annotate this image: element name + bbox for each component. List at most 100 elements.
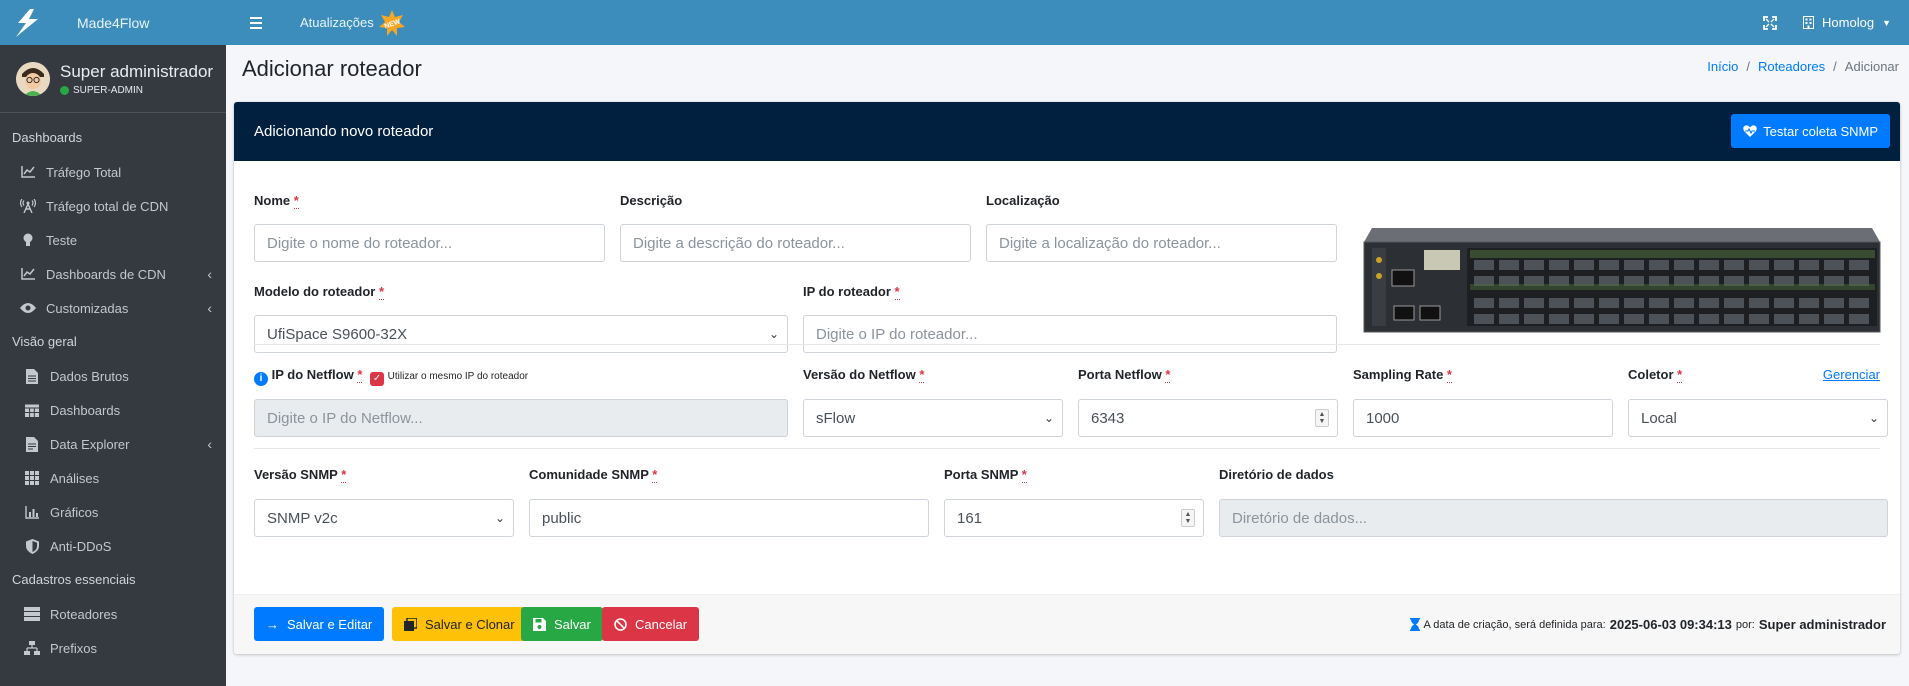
calendar-icon [24, 402, 40, 418]
menu-toggle-icon[interactable] [250, 16, 270, 29]
sidebar-item-dados-brutos[interactable]: Dados Brutos [0, 359, 226, 393]
creation-user: Super administrador [1758, 617, 1886, 632]
router-port [1524, 314, 1544, 324]
card-header: Adicionando novo roteador Testar coleta … [234, 102, 1900, 161]
cancel-button[interactable]: Cancelar [602, 607, 700, 641]
snmp-port-input[interactable]: 161 ▲ ▼ [944, 499, 1204, 537]
router-port [1674, 314, 1694, 324]
sidebar-item-dashboards-cdn[interactable]: Dashboards de CDN ‹ [0, 257, 226, 291]
nav-header-visao-geral: Visão geral [12, 334, 77, 349]
router-port [1574, 314, 1594, 324]
router-port [1849, 260, 1869, 270]
netflow-port-label: Porta Netflow * [1078, 367, 1171, 383]
router-port [1649, 298, 1669, 308]
sidebar-item-data-explorer[interactable]: Data Explorer ‹ [0, 427, 226, 461]
sidebar-item-label: Dados Brutos [50, 368, 129, 384]
breadcrumb-roteadores[interactable]: Roteadores [1758, 59, 1825, 74]
sidebar-item-graficos[interactable]: Gráficos [0, 495, 226, 529]
chevron-down-icon: ⌄ [1868, 411, 1879, 425]
sidebar-item-label: Roteadores [50, 606, 118, 622]
name-input[interactable]: Digite o nome do roteador... [254, 224, 605, 262]
number-spinner-icon[interactable]: ▲ ▼ [1315, 409, 1329, 427]
location-label: Localização [986, 193, 1060, 208]
netflow-port-value: 6343 [1091, 409, 1125, 427]
router-port [1499, 314, 1519, 324]
network-icon [24, 640, 40, 656]
save-and-edit-button[interactable]: → Salvar e Editar [254, 607, 385, 641]
building-icon [1803, 16, 1815, 29]
router-port [1849, 298, 1869, 308]
save-and-clone-button[interactable]: Salvar e Clonar [392, 607, 527, 641]
sidebar-item-anti-ddos[interactable]: Anti-DDoS [0, 529, 226, 563]
router-port [1699, 260, 1719, 270]
sidebar-item-label: Dashboards de CDN [46, 266, 166, 282]
save-button[interactable]: Salvar [521, 607, 603, 641]
snmp-version-value: SNMP v2c [267, 509, 338, 527]
ip-label: IP do roteador * [803, 284, 900, 300]
info-icon[interactable]: i [254, 371, 268, 386]
router-port [1649, 260, 1669, 270]
router-port [1799, 298, 1819, 308]
fullscreen-icon[interactable] [1763, 15, 1777, 30]
cancel-label: Cancelar [635, 616, 688, 632]
router-port [1499, 298, 1519, 308]
router-port [1674, 298, 1694, 308]
same-ip-checkbox-label: Utilizar o mesmo IP do roteador [387, 371, 529, 382]
line-chart-icon [20, 266, 36, 282]
sidebar-item-label: Data Explorer [50, 436, 130, 452]
sidebar-item-prefixos[interactable]: Prefixos [0, 631, 226, 665]
sampling-rate-input[interactable]: 1000 [1353, 399, 1613, 437]
location-input[interactable]: Digite a localização do roteador... [986, 224, 1337, 262]
user-role: SUPER-ADMIN [60, 85, 213, 96]
netflow-ip-input[interactable]: Digite o IP do Netflow... [254, 399, 788, 437]
collector-select[interactable]: Local ⌄ [1628, 399, 1888, 437]
sidebar-item-trafego-total[interactable]: Tráfego Total [0, 155, 226, 189]
sidebar-item-dashboards[interactable]: Dashboards [0, 393, 226, 427]
router-port [1599, 314, 1619, 324]
updates-link[interactable]: Atualizações NEW [300, 9, 406, 37]
router-form-card: Adicionando novo roteador Testar coleta … [234, 102, 1900, 654]
chevron-down-icon: ⌄ [1043, 411, 1054, 425]
brand[interactable]: Made4Flow [0, 0, 226, 45]
arrow-right-icon: → [266, 616, 279, 632]
creation-note-by: por: [1735, 618, 1755, 631]
same-ip-checkbox[interactable]: ✓ [370, 371, 385, 386]
netflow-port-input[interactable]: 6343 ▲ ▼ [1078, 399, 1338, 437]
server-icon [24, 606, 40, 622]
save-and-edit-label: Salvar e Editar [287, 616, 373, 632]
router-port [1824, 260, 1844, 270]
router-port [1649, 314, 1669, 324]
netflow-version-select[interactable]: sFlow ⌄ [803, 399, 1063, 437]
snmp-community-input[interactable]: public [529, 499, 929, 537]
snmp-port-label: Porta SNMP * [944, 467, 1027, 483]
broadcast-tower-icon [20, 198, 36, 214]
eye-icon [20, 300, 36, 316]
model-select[interactable]: UfiSpace S9600-32X ⌄ [254, 315, 788, 353]
sidebar-item-teste[interactable]: Teste [0, 223, 226, 257]
manage-collector-link[interactable]: Gerenciar [1823, 367, 1880, 382]
save-and-clone-label: Salvar e Clonar [425, 616, 515, 632]
ip-input[interactable]: Digite o IP do roteador... [803, 315, 1337, 353]
user-panel[interactable]: Super administrador SUPER-ADMIN [0, 45, 226, 113]
save-label: Salvar [554, 616, 591, 632]
router-port [1624, 314, 1644, 324]
breadcrumb-separator: / [1833, 59, 1837, 74]
router-port [1499, 260, 1519, 270]
card-title: Adicionando novo roteador [254, 123, 434, 140]
floppy-disk-icon [533, 617, 546, 631]
snmp-version-select[interactable]: SNMP v2c ⌄ [254, 499, 514, 537]
router-port [1824, 298, 1844, 308]
sidebar-item-roteadores[interactable]: Roteadores [0, 597, 226, 631]
sidebar-item-customizadas[interactable]: Customizadas ‹ [0, 291, 226, 325]
sidebar-item-analises[interactable]: Análises [0, 461, 226, 495]
data-dir-input[interactable]: Diretório de dados... [1219, 499, 1888, 537]
hourglass-icon [1409, 618, 1420, 631]
breadcrumb-inicio[interactable]: Início [1707, 59, 1738, 74]
netflow-ip-label: i IP do Netflow * ✓ Utilizar o mesmo IP … [254, 367, 528, 386]
description-input[interactable]: Digite a descrição do roteador... [620, 224, 971, 262]
sidebar-item-trafego-cdn[interactable]: Tráfego total de CDN [0, 189, 226, 223]
collector-label: Coletor * [1628, 367, 1683, 383]
environment-dropdown[interactable]: Homolog ▼ [1803, 15, 1891, 30]
test-snmp-button[interactable]: Testar coleta SNMP [1731, 114, 1890, 148]
number-spinner-icon[interactable]: ▲ ▼ [1181, 509, 1195, 527]
